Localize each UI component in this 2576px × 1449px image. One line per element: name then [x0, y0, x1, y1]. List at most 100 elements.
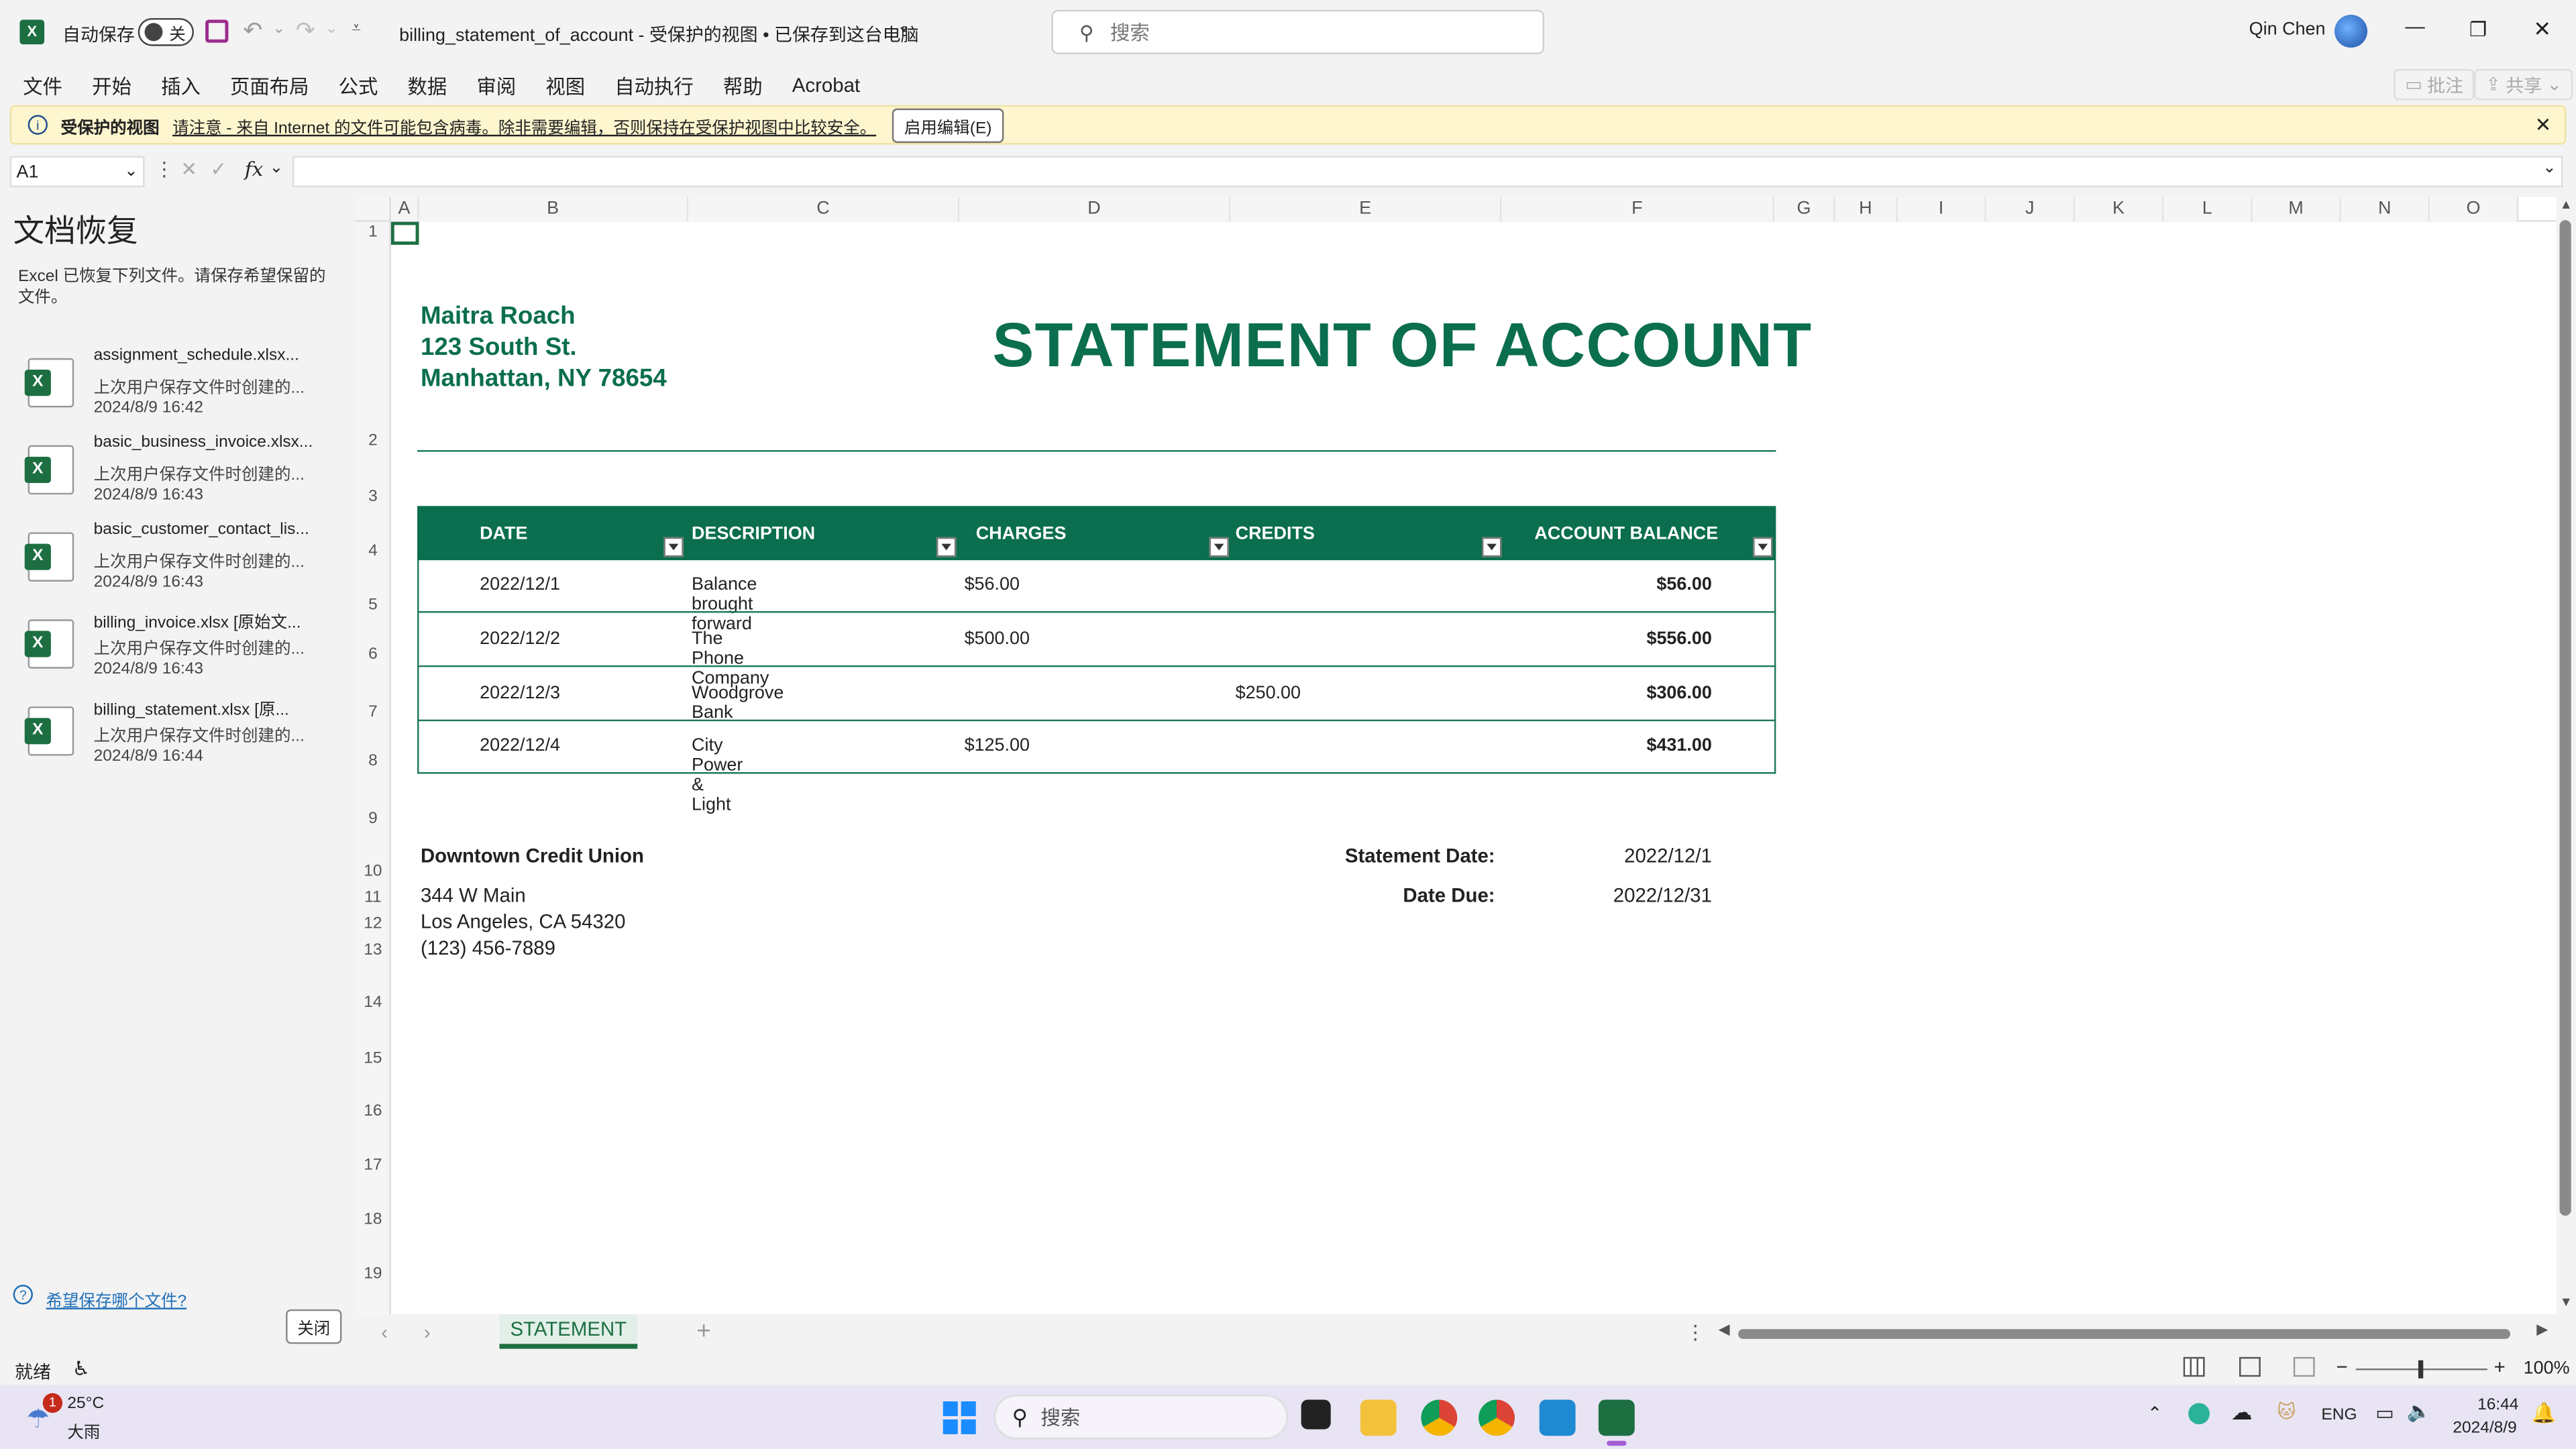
title-dropdown-icon[interactable]: ⌄ — [897, 18, 911, 36]
file-explorer-icon[interactable] — [1360, 1399, 1397, 1436]
horizontal-scrollbar[interactable]: ◀ ▶ — [1719, 1321, 2557, 1344]
task-view-icon[interactable] — [1301, 1399, 1331, 1430]
which-file-link[interactable]: 希望保存哪个文件? — [46, 1287, 187, 1311]
name-box[interactable]: A1 ⌄ — [9, 156, 145, 188]
customize-toolbar-icon[interactable]: ⩡ — [352, 19, 361, 38]
cell-charges[interactable]: $56.00 — [965, 575, 1020, 594]
column-header-h[interactable]: H — [1835, 197, 1898, 222]
taskbar-search[interactable]: ⚲ 搜索 — [994, 1395, 1289, 1440]
cell-date[interactable]: 2022/12/4 — [480, 736, 560, 755]
header-account-balance[interactable]: ACCOUNT BALANCE — [1534, 524, 1718, 543]
row-header-1[interactable]: 1 — [355, 223, 391, 241]
worksheet[interactable]: ABCDEFGHIJKLMNO 1 2 3 4 5 6 7 8 9 10 11 12 13 14 15 16 1… — [354, 197, 2557, 1315]
chrome-profile-icon[interactable] — [1479, 1399, 1515, 1436]
column-header-e[interactable]: E — [1230, 197, 1502, 222]
close-panel-button[interactable]: 关闭 — [286, 1309, 342, 1344]
volume-icon[interactable]: 🔈 — [2407, 1400, 2432, 1423]
row-header-11[interactable]: 11 — [355, 889, 391, 907]
autosave-toggle[interactable]: 关 — [138, 17, 194, 46]
menu-automate[interactable]: 自动执行 — [614, 72, 694, 100]
row-header-2[interactable]: 2 — [355, 432, 391, 450]
sheet-tab-statement[interactable]: STATEMENT — [499, 1314, 638, 1349]
clock-date[interactable]: 2024/8/9 — [2453, 1419, 2516, 1438]
tray-chevron-icon[interactable]: ⌃ — [2147, 1403, 2163, 1424]
header-description[interactable]: DESCRIPTION — [692, 524, 815, 543]
cell-description[interactable]: The Phone Company — [692, 629, 769, 688]
prev-sheet-icon[interactable]: ‹ — [381, 1321, 388, 1344]
row-header-9[interactable]: 9 — [355, 810, 391, 828]
date-due-label[interactable]: Date Due: — [1281, 884, 1495, 907]
filter-charges-icon[interactable] — [1209, 537, 1229, 557]
enable-editing-button[interactable]: 启用编辑(E) — [892, 107, 1004, 142]
menu-review[interactable]: 审阅 — [476, 72, 516, 100]
search-box[interactable]: ⚲ 搜索 — [1051, 9, 1545, 54]
cell-description[interactable]: Balance brought forward — [692, 575, 757, 634]
cell-date[interactable]: 2022/12/1 — [480, 575, 560, 594]
save-icon[interactable] — [205, 19, 229, 43]
zoom-slider-thumb[interactable] — [2418, 1360, 2424, 1379]
undo-icon[interactable]: ↶ — [243, 16, 262, 44]
redo-dropdown-icon[interactable]: ⌄ — [325, 19, 337, 38]
menu-data[interactable]: 数据 — [408, 72, 447, 100]
fx-dropdown-icon[interactable]: ⌄ — [270, 160, 284, 178]
recovery-file-item[interactable]: Xassignment_schedule.xlsx... 上次用户保存文件时创建的… — [0, 345, 352, 430]
next-sheet-icon[interactable]: › — [424, 1321, 431, 1344]
menu-view[interactable]: 视图 — [545, 72, 585, 100]
display-icon[interactable]: ▭ — [2375, 1401, 2394, 1424]
zoom-level[interactable]: 100% — [2524, 1358, 2570, 1378]
column-header-d[interactable]: D — [959, 197, 1231, 222]
scroll-right-icon[interactable]: ▶ — [2536, 1321, 2548, 1339]
column-header-m[interactable]: M — [2252, 197, 2341, 222]
expand-formula-icon[interactable]: ⌄ — [2542, 160, 2557, 178]
active-cell[interactable] — [390, 221, 419, 245]
clock-time[interactable]: 16:44 — [2477, 1397, 2518, 1415]
cell-charges[interactable]: $500.00 — [965, 629, 1030, 649]
row-header-13[interactable]: 13 — [355, 941, 391, 959]
recovery-file-item[interactable]: Xbilling_invoice.xlsx [原始文... 上次用户保存文件时创建… — [0, 606, 352, 692]
onedrive-icon[interactable]: ☁ — [2231, 1400, 2253, 1426]
row-header-3[interactable]: 3 — [355, 488, 391, 506]
row-header-16[interactable]: 16 — [355, 1102, 391, 1120]
cell-date[interactable]: 2022/12/2 — [480, 629, 560, 649]
row-header-10[interactable]: 10 — [355, 863, 391, 881]
cell-description[interactable]: Woodgrove Bank — [692, 684, 784, 723]
user-name[interactable]: Qin Chen — [2249, 19, 2326, 39]
column-header-a[interactable]: A — [390, 197, 419, 222]
menu-file[interactable]: 文件 — [23, 72, 62, 100]
excel-taskbar-icon[interactable] — [1598, 1399, 1635, 1436]
cat-tray-icon[interactable]: 🐱 — [2277, 1401, 2296, 1422]
recipient-phone[interactable]: (123) 456-7889 — [421, 936, 555, 959]
recipient-name[interactable]: Downtown Credit Union — [421, 845, 644, 867]
menu-formulas[interactable]: 公式 — [339, 72, 378, 100]
menu-insert[interactable]: 插入 — [161, 72, 201, 100]
menu-help[interactable]: 帮助 — [723, 72, 763, 100]
filter-balance-icon[interactable] — [1753, 537, 1773, 557]
sender-city[interactable]: Manhattan, NY 78654 — [421, 365, 667, 393]
row-header-7[interactable]: 7 — [355, 703, 391, 721]
row-header-15[interactable]: 15 — [355, 1050, 391, 1068]
row-header-4[interactable]: 4 — [355, 542, 391, 560]
cell-description[interactable]: City Power & Light — [692, 736, 743, 815]
cancel-icon[interactable]: ✕ — [180, 158, 197, 180]
column-header-o[interactable]: O — [2430, 197, 2519, 222]
column-header-i[interactable]: I — [1897, 197, 1986, 222]
filter-description-icon[interactable] — [936, 537, 957, 557]
menu-acrobat[interactable]: Acrobat — [792, 74, 860, 97]
vertical-scrollbar[interactable]: ▲ ▼ — [2556, 197, 2576, 1315]
cell-balance[interactable]: $431.00 — [1570, 736, 1711, 755]
undo-dropdown-icon[interactable]: ⌄ — [273, 19, 285, 38]
column-header-j[interactable]: J — [1986, 197, 2076, 222]
cell-balance[interactable]: $306.00 — [1570, 684, 1711, 703]
cell-date[interactable]: 2022/12/3 — [480, 684, 560, 703]
header-credits[interactable]: CREDITS — [1236, 524, 1315, 543]
language-indicator[interactable]: ENG — [2321, 1406, 2357, 1424]
enter-icon[interactable]: ✓ — [210, 158, 227, 180]
filter-credits-icon[interactable] — [1481, 537, 1502, 557]
recovery-file-item[interactable]: Xbasic_customer_contact_lis... 上次用户保存文件时创… — [0, 519, 352, 604]
share-button[interactable]: ⇪ 共享 ⌄ — [2474, 68, 2574, 101]
recovery-file-item[interactable]: Xbilling_statement.xlsx [原... 上次用户保存文件时创建… — [0, 693, 352, 778]
zoom-out-icon[interactable]: − — [2336, 1355, 2347, 1378]
document-title[interactable]: billing_statement_of_account - 受保护的视图 • … — [399, 21, 918, 48]
menu-home[interactable]: 开始 — [92, 72, 131, 100]
date-due-value[interactable]: 2022/12/31 — [1554, 884, 1712, 907]
